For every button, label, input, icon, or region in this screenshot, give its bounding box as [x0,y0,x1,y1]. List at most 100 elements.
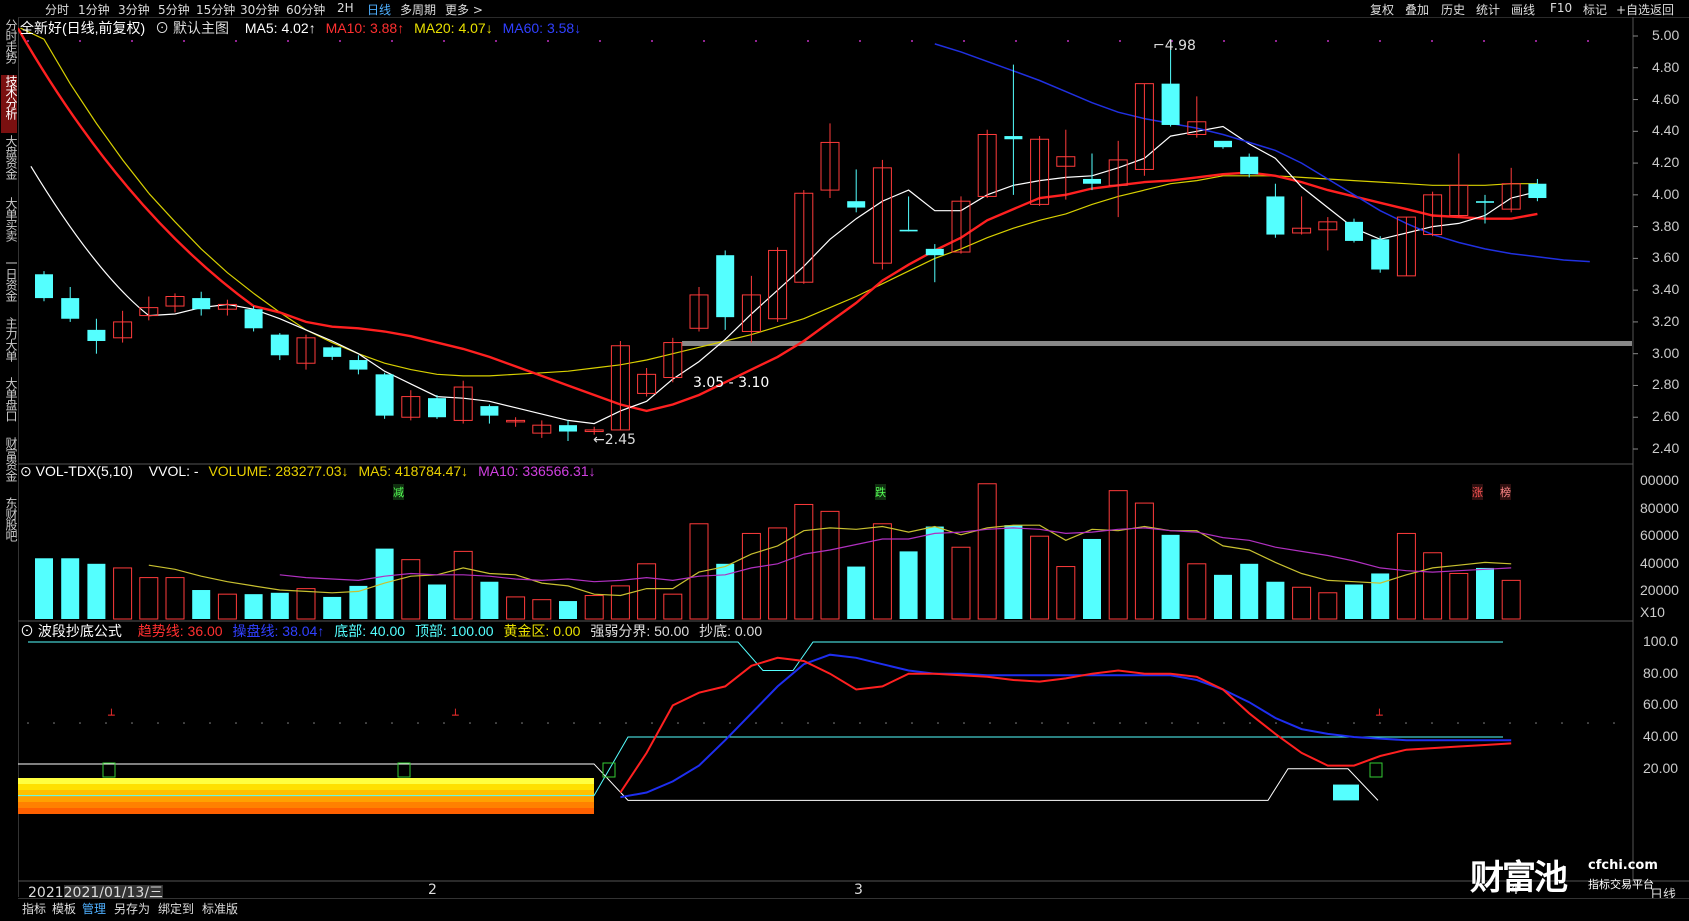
volume-bar [113,567,133,620]
volume-bar [741,532,761,620]
grid-dot [209,722,211,724]
grid-dot [1067,722,1069,724]
price-tick: 2.60 [1652,408,1680,425]
grid-dot [235,40,237,42]
sidebar-item-7[interactable]: 财富资金 [1,437,18,495]
grid-dot [391,40,393,42]
tool-7[interactable]: +自选 [1616,1,1650,18]
tool-5[interactable]: F10 [1550,1,1572,15]
sidebar-item-4[interactable]: 一日资金 [1,257,18,315]
mark-rank[interactable]: 榜 [1500,484,1511,500]
grid-dot [339,722,341,724]
volume-bar [1030,535,1050,620]
grid-dot [27,40,29,42]
stock-name[interactable]: 全新好(日线,前复权) [20,20,145,36]
grid-dot [547,40,549,42]
candle-body [35,274,53,299]
sidebar-item-2[interactable]: 大盘资金 [1,135,18,193]
grid-dot [1275,722,1277,724]
period-0[interactable]: 分时 [45,1,69,18]
grid-dot [1223,40,1225,42]
grid-dot [1223,722,1225,724]
period-4[interactable]: 15分钟 [196,1,235,18]
grid-dot [27,722,29,724]
grid-dot [1405,722,1407,724]
vol-name[interactable]: ⊙ VOL-TDX(5,10) [20,463,139,479]
tool-2[interactable]: 历史 [1441,1,1465,18]
grid-dot [677,722,679,724]
volume-bar [1501,579,1521,620]
candle-body [847,201,866,208]
volume-bar [1161,534,1180,619]
template-selector[interactable]: ⊙ 默认主图 [155,20,235,36]
candle-body [61,298,80,319]
high-annotation: ⌐4.98 [1153,38,1196,54]
grid-dot [235,722,237,724]
sidebar-item-8[interactable]: 东财股吧 [1,497,18,555]
grid-dot [131,722,133,724]
tool-1[interactable]: 叠加 [1405,1,1429,18]
sidebar-item-3[interactable]: 大单买卖 [1,197,18,255]
indicator-name[interactable]: ⊙ 波段抄底公式 [20,623,128,639]
candle-body [323,347,342,357]
grid-dot [157,722,159,724]
mark-reduce[interactable]: 减 [393,484,404,500]
bottom-tab-0[interactable]: 指标 [22,900,46,917]
candle-body [925,248,944,256]
sidebar-item-6[interactable]: 大单盘口 [1,377,18,435]
vol-ma10-label: MA10: 336566.31↓ [478,463,596,479]
tool-8[interactable]: 返回 [1650,1,1674,18]
candle-body [1240,156,1259,175]
candle-body [1371,239,1390,270]
grid-dot [1561,722,1563,724]
sidebar-item-1[interactable]: 技术分析 [1,75,18,133]
bottom-tab-3[interactable]: 另存为 [114,900,150,917]
grid-dot [339,40,341,42]
period-7[interactable]: 2H [337,1,354,15]
sidebar-item-0[interactable]: 分时走势 [1,19,18,73]
period-1[interactable]: 1分钟 [78,1,110,18]
grid-dot [261,722,263,724]
candlesticks [35,39,1547,442]
bottom-tab-5[interactable]: 标准版 [202,900,238,917]
tool-6[interactable]: 标记 [1583,1,1607,18]
vol-ma5-line [148,524,1512,597]
grid-dot [651,722,653,724]
period-10[interactable]: 更多 > [445,1,483,18]
grid-dot [1457,722,1459,724]
period-2[interactable]: 3分钟 [118,1,150,18]
indicator-tick: 100.0 [1643,633,1679,649]
top-label: 顶部: 100.00 [414,623,494,639]
volume-tick: 20000 [1640,582,1679,599]
tool-4[interactable]: 画线 [1511,1,1535,18]
volume-bar [480,581,499,619]
candle-body [1214,140,1232,148]
volume-bar [1214,574,1232,619]
period-8[interactable]: 日线 [367,1,391,18]
volume-bar [1476,567,1494,619]
period-6[interactable]: 60分钟 [286,1,325,18]
period-5[interactable]: 30分钟 [240,1,279,18]
tool-3[interactable]: 统计 [1476,1,1500,18]
trend-label: 趋势线: 36.00 [137,623,223,639]
trend-line [619,656,1512,794]
price-tick: 4.80 [1652,58,1680,75]
bottom-tab-2[interactable]: 管理 [82,900,106,917]
bottom-tab-4[interactable]: 绑定到 [158,900,194,917]
volume-bar [716,563,735,619]
period-3[interactable]: 5分钟 [158,1,190,18]
bottom-label: 底部: 40.00 [334,623,406,639]
price-tick: 3.60 [1652,249,1680,266]
grid-dot [1613,722,1615,724]
mark-fall[interactable]: 跌 [875,484,886,500]
tool-0[interactable]: 复权 [1370,1,1394,18]
sidebar-item-5[interactable]: 主力大单 [1,317,18,375]
bottom-tab-1[interactable]: 模板 [52,900,76,917]
grid-dot [833,722,835,724]
stock-chart[interactable]: ┴ ┴ ┴ [18,17,1689,898]
period-9[interactable]: 多周期 [400,1,436,18]
signal-box [1369,762,1383,778]
mark-rise[interactable]: 涨 [1472,484,1483,500]
grid-dot [989,722,991,724]
volume-bar [139,577,159,620]
